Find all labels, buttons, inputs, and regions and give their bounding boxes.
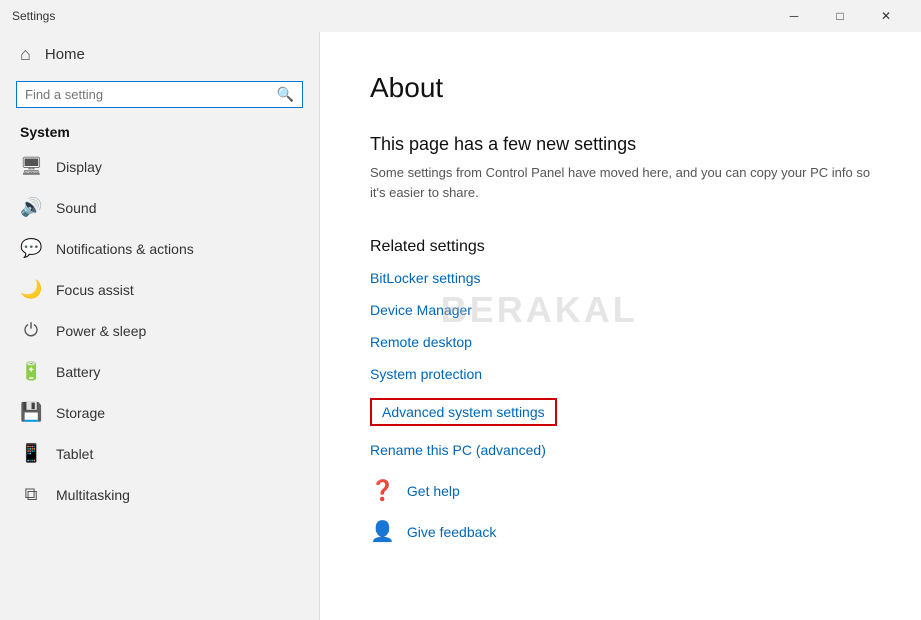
main-content: About This page has a few new settings S… bbox=[320, 32, 921, 620]
notice-text: Some settings from Control Panel have mo… bbox=[370, 163, 871, 202]
related-link-remote-desktop[interactable]: Remote desktop bbox=[370, 334, 871, 350]
sidebar-item-multitasking[interactable]: ⧉ Multitasking bbox=[0, 474, 319, 515]
sidebar-item-label-storage: Storage bbox=[56, 405, 105, 421]
home-icon: ⌂ bbox=[20, 44, 31, 65]
sidebar-item-storage[interactable]: 💾 Storage bbox=[0, 392, 319, 433]
sidebar-section-label: System bbox=[0, 116, 319, 146]
search-icon: 🔍 bbox=[277, 86, 294, 103]
sidebar-item-display[interactable]: 🖥 Display bbox=[0, 146, 319, 187]
related-link-advanced-system[interactable]: Advanced system settings bbox=[370, 398, 557, 426]
get-help-icon: ❓ bbox=[370, 478, 395, 503]
sidebar-item-label-focus: Focus assist bbox=[56, 282, 134, 298]
sound-icon: 🔊 bbox=[20, 197, 42, 218]
sidebar-item-label-tablet: Tablet bbox=[56, 446, 93, 462]
sidebar-item-label-sound: Sound bbox=[56, 200, 96, 216]
sidebar-item-label-display: Display bbox=[56, 159, 102, 175]
sidebar-item-label-notifications: Notifications & actions bbox=[56, 241, 194, 257]
give-feedback-label[interactable]: Give feedback bbox=[407, 524, 497, 540]
get-help-label[interactable]: Get help bbox=[407, 483, 460, 499]
sidebar-item-battery[interactable]: 🔋 Battery bbox=[0, 351, 319, 392]
sidebar-item-power[interactable]: ⏻ Power & sleep bbox=[0, 310, 319, 351]
maximize-button[interactable]: □ bbox=[817, 0, 863, 32]
notice-title: This page has a few new settings bbox=[370, 134, 871, 155]
storage-icon: 💾 bbox=[20, 402, 42, 423]
titlebar: Settings ─ □ ✕ bbox=[0, 0, 921, 32]
related-link-bitlocker[interactable]: BitLocker settings bbox=[370, 270, 871, 286]
bottom-link-get-help[interactable]: ❓ Get help bbox=[370, 478, 871, 503]
minimize-button[interactable]: ─ bbox=[771, 0, 817, 32]
sidebar-item-focus[interactable]: 🌙 Focus assist bbox=[0, 269, 319, 310]
sidebar-home[interactable]: ⌂ Home bbox=[0, 32, 319, 77]
search-box[interactable]: 🔍 bbox=[16, 81, 303, 108]
give-feedback-icon: 👤 bbox=[370, 519, 395, 544]
app-body: ⌂ Home 🔍 System 🖥 Display 🔊 Sound 💬 Noti… bbox=[0, 32, 921, 620]
window-controls: ─ □ ✕ bbox=[771, 0, 909, 32]
related-links-list: BitLocker settings Device Manager Remote d… bbox=[370, 270, 871, 458]
nav-items-list: 🖥 Display 🔊 Sound 💬 Notifications & acti… bbox=[0, 146, 319, 515]
sidebar-item-tablet[interactable]: 📱 Tablet bbox=[0, 433, 319, 474]
notifications-icon: 💬 bbox=[20, 238, 42, 259]
multitasking-icon: ⧉ bbox=[20, 484, 42, 505]
page-title: About bbox=[370, 72, 871, 104]
app-title: Settings bbox=[12, 9, 55, 23]
sidebar-item-label-battery: Battery bbox=[56, 364, 100, 380]
sidebar: ⌂ Home 🔍 System 🖥 Display 🔊 Sound 💬 Noti… bbox=[0, 32, 320, 620]
bottom-link-give-feedback[interactable]: 👤 Give feedback bbox=[370, 519, 871, 544]
display-icon: 🖥 bbox=[20, 156, 42, 177]
search-input[interactable] bbox=[25, 87, 271, 102]
tablet-icon: 📱 bbox=[20, 443, 42, 464]
sidebar-item-label-power: Power & sleep bbox=[56, 323, 146, 339]
battery-icon: 🔋 bbox=[20, 361, 42, 382]
sidebar-item-notifications[interactable]: 💬 Notifications & actions bbox=[0, 228, 319, 269]
sidebar-item-sound[interactable]: 🔊 Sound bbox=[0, 187, 319, 228]
close-button[interactable]: ✕ bbox=[863, 0, 909, 32]
related-link-device-manager[interactable]: Device Manager bbox=[370, 302, 871, 318]
related-link-rename-pc[interactable]: Rename this PC (advanced) bbox=[370, 442, 871, 458]
bottom-links-list: ❓ Get help 👤 Give feedback bbox=[370, 478, 871, 544]
home-label: Home bbox=[45, 46, 85, 63]
related-link-system-protection[interactable]: System protection bbox=[370, 366, 871, 382]
power-icon: ⏻ bbox=[20, 320, 42, 341]
sidebar-item-label-multitasking: Multitasking bbox=[56, 487, 130, 503]
focus-icon: 🌙 bbox=[20, 279, 42, 300]
related-settings-title: Related settings bbox=[370, 238, 871, 256]
